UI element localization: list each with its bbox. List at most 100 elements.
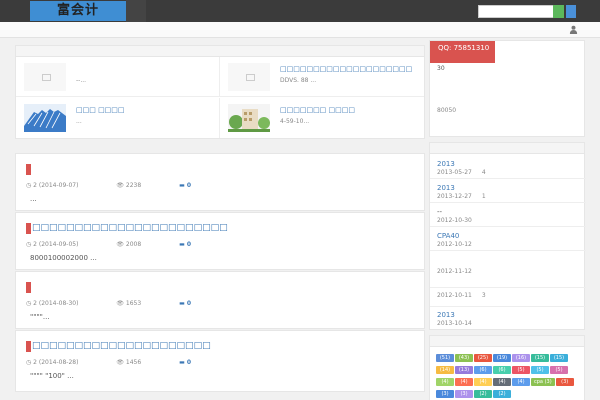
post-views: 👁 2238 [116,182,142,189]
tag-chip[interactable]: (5) [512,366,530,374]
featured-item[interactable]: □□□ □□□□ ... [16,98,220,138]
list-item[interactable]: 2013 2013-12-27 1 [430,180,586,203]
post-title-link[interactable]: □□□□□□□□□□□□□□□□□□□□□□□ [26,223,228,234]
post-title-link[interactable]: □□□□□□□□□□□□□□□□□□□□□ [26,341,211,352]
list-item[interactable]: 2012-11-12 [430,252,586,288]
tag-chip[interactable]: (13) [455,366,473,374]
tag-chip[interactable]: (6) [493,366,511,374]
post-card: □□□□□□□□□□□□□□□□□□□□□ ◷ 2 (2014-08-28) 👁… [15,330,425,392]
search-input[interactable] [478,5,554,18]
post-date: ◷ 2 (2014-09-07) [26,182,79,189]
list-item-meta: 2012-10-11 3 [437,292,486,299]
featured-desc: ... [76,118,82,125]
tag-chip[interactable]: (16) [512,354,530,362]
list-item-meta: 2013-12-27 1 [437,193,486,200]
tag-cloud: (51) (43) (25) (19) (16) (15) (15)(14) (13) (6)(… [436,353,582,400]
tag-chip[interactable]: (6) [474,366,492,374]
featured-item[interactable]: --... [16,57,220,97]
contact-line: 80050 [437,107,457,114]
list-item-title[interactable]: 2013 [437,311,455,319]
widget-header-strip [430,143,584,154]
list-item[interactable]: 2013 2013-05-27 4 [430,156,586,179]
tag-chip[interactable]: (25) [474,354,492,362]
post-title[interactable]: □□□□□□□□□□□□□□□□□□□□□□□ [32,223,228,233]
tag-chip[interactable]: (4) [493,378,511,386]
tag-chip[interactable]: (4) [512,378,530,386]
post-meta: ◷ 2 (2014-08-28) 👁 1456 ▬ 0 [26,359,227,366]
list-item[interactable]: 2012-10-11 3 [430,288,586,307]
search-button[interactable] [553,5,564,18]
tag-chip[interactable]: (15) [531,354,549,362]
contact-line: 30 [437,65,445,72]
list-item-title[interactable]: 2013 [437,160,455,168]
tag-chip[interactable]: (4) [436,378,454,386]
tag-chip[interactable]: (4) [474,378,492,386]
category-flag-icon [26,341,31,352]
featured-title[interactable]: □□□ □□□□ [76,106,125,114]
tag-chip[interactable]: (3) [455,390,473,398]
post-comments[interactable]: ▬ 0 [179,359,209,366]
blue-spheres-thumbnail[interactable] [24,104,66,132]
tag-chip[interactable]: (51) [436,354,454,362]
post-comments[interactable]: ▬ 0 [179,182,209,189]
tag-chip[interactable]: (43) [455,354,473,362]
post-comments[interactable]: ▬ 0 [179,300,209,307]
list-item-meta: 2012-10-12 [437,241,472,248]
featured-desc: 4-59-10... [280,118,310,125]
post-meta: ◷ 2 (2014-09-05) 👁 2008 ▬ 0 [26,241,227,248]
featured-header-strip [16,46,424,57]
post-views: 👁 2008 [116,241,142,248]
menu-button[interactable] [566,5,576,18]
category-flag-icon [26,223,31,234]
post-card: ◷ 2 (2014-09-07) 👁 2238 ▬ 0 ... [15,153,425,211]
post-excerpt: """"... [30,313,50,321]
tag-chip[interactable]: (3) [555,378,574,386]
qq-badge[interactable]: QQ: 75851310 [430,41,495,63]
list-item[interactable]: CPA40 2012-10-12 [430,228,586,251]
post-excerpt: """" "100" ... [30,372,74,380]
list-item[interactable]: -- 2012-10-30 [430,204,586,227]
post-date: ◷ 2 (2014-08-28) [26,359,79,366]
top-navbar: 富会计 [0,0,600,22]
list-item[interactable]: 2013 2013-10-14 [430,307,586,330]
contact-widget: QQ: 75851310 30 80050 [429,40,585,137]
tag-cloud-widget: (51) (43) (25) (19) (16) (15) (15)(14) (13) (6)(… [429,335,585,400]
tag-chip[interactable]: (4) [455,378,473,386]
featured-item[interactable]: □□□□□□□ □□□□ 4-59-10... [220,98,424,138]
post-title[interactable]: □□□□□□□□□□□□□□□□□□□□□ [32,341,211,351]
tag-chip[interactable]: (5) [550,366,568,374]
building-thumbnail[interactable] [228,104,270,132]
list-item-meta: 2013-05-27 4 [437,169,486,176]
list-item-title[interactable]: 2013 [437,184,455,192]
post-meta: ◷ 2 (2014-08-30) 👁 1653 ▬ 0 [26,300,227,307]
post-meta: ◷ 2 (2014-09-07) 👁 2238 ▬ 0 [26,182,227,189]
site-logo[interactable]: 富会计 [30,1,126,21]
tag-chip[interactable]: (2) [474,390,492,398]
post-views: 👁 1653 [116,300,142,307]
list-item-title[interactable]: CPA40 [437,232,459,240]
tag-chip[interactable]: (3) [436,390,454,398]
post-title-link[interactable] [26,282,32,293]
user-icon[interactable] [569,25,578,34]
post-title-link[interactable] [26,164,32,175]
tag-chip[interactable]: cpa (3) [531,378,555,386]
tag-chip[interactable]: (15) [550,354,568,362]
featured-desc: --... [76,77,87,84]
list-item-meta: 2012-10-30 [437,217,472,224]
logo-shadow [126,0,146,22]
tag-chip[interactable]: (19) [493,354,511,362]
post-views: 👁 1456 [116,359,142,366]
post-comments[interactable]: ▬ 0 [179,241,209,248]
list-item-title[interactable]: -- [437,208,442,216]
category-flag-icon [26,164,31,175]
popular-posts-widget: 2013 2013-05-27 4 2013 2013-12-27 1 -- 201… [429,142,586,330]
tag-chip[interactable]: (14) [436,366,454,374]
featured-title[interactable]: □□□□□□□ □□□□ [280,106,355,114]
post-date: ◷ 2 (2014-08-30) [26,300,79,307]
list-item-meta: 2013-10-14 [437,320,472,327]
featured-item[interactable]: □□□□□□□□□□□□□□□□□□□□ DDVS. 88 ... [220,57,424,97]
tag-chip[interactable]: (2) [493,390,511,398]
list-item-meta: 2012-11-12 [437,268,472,275]
featured-title[interactable]: □□□□□□□□□□□□□□□□□□□□ [280,65,412,73]
tag-chip[interactable]: (5) [531,366,549,374]
